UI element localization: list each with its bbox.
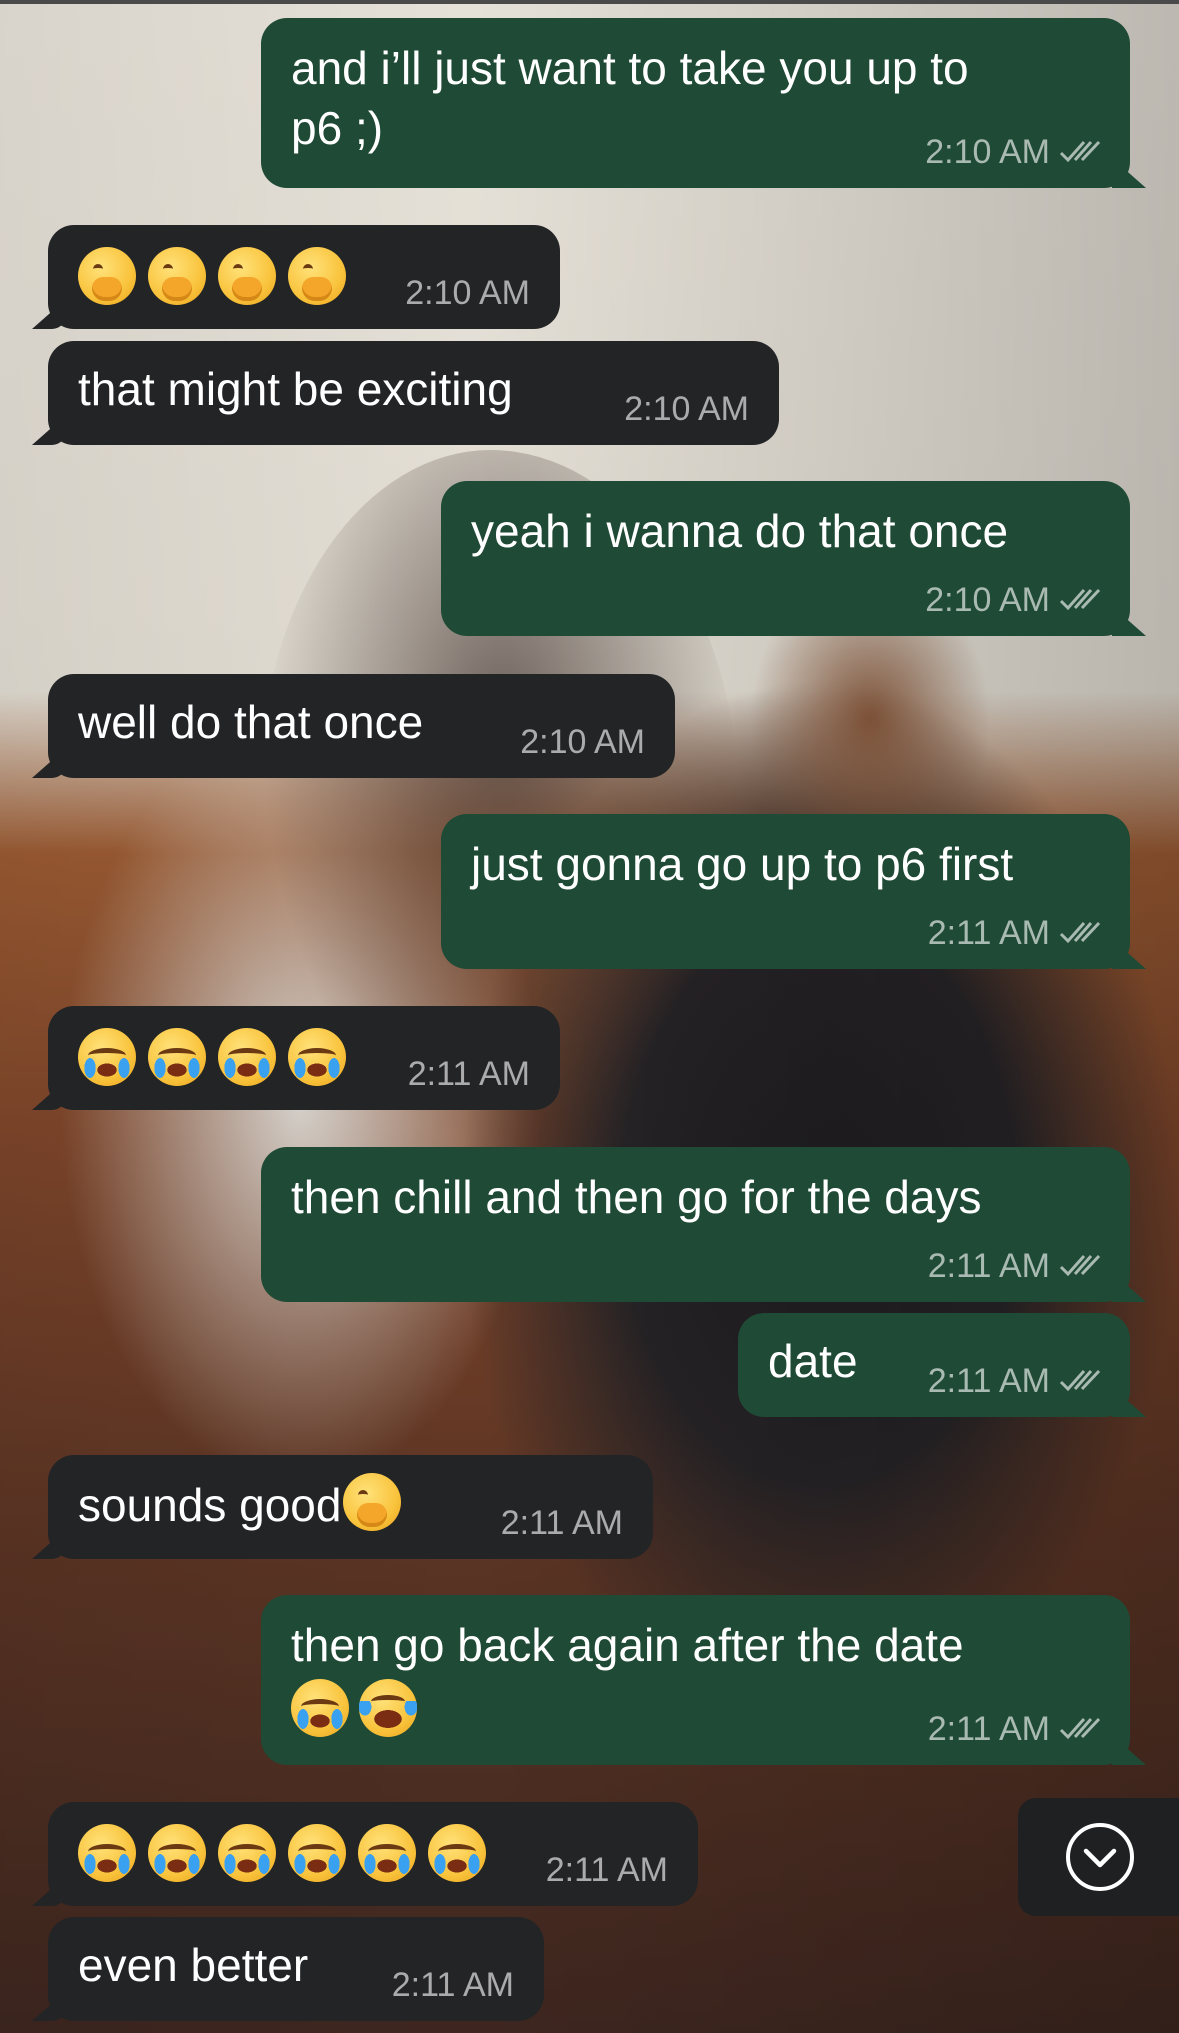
message-bubble-incoming[interactable]: well do that once 2:10 AM — [48, 674, 675, 778]
message-bubble-outgoing[interactable]: and i’ll just want to take you up to p6 … — [261, 18, 1130, 188]
message-time: 2:10 AM — [624, 390, 749, 428]
loudly-crying-face-icon — [428, 1824, 486, 1882]
face-with-tears-of-joy-icon — [359, 1679, 417, 1737]
message-bubble-incoming[interactable]: 2:10 AM — [48, 225, 560, 329]
message-bubble-incoming[interactable]: sounds good 2:11 AM — [48, 1455, 653, 1559]
message-time: 2:10 AM — [520, 723, 645, 761]
face-with-hand-over-mouth-icon — [218, 247, 276, 305]
emoji-row — [78, 1824, 486, 1882]
message-text: even better — [78, 1939, 309, 1991]
message-text: date — [768, 1335, 858, 1387]
message-text: and i’ll just want to take you up to — [291, 42, 969, 94]
message-bubble-outgoing[interactable]: just gonna go up to p6 first 2:11 AM — [441, 814, 1130, 969]
message-time: 2:10 AM — [925, 133, 1050, 171]
message-text: then go back again after the date — [291, 1619, 964, 1671]
message-time: 2:11 AM — [927, 1362, 1050, 1400]
message-time: 2:11 AM — [927, 914, 1050, 952]
message-time: 2:11 AM — [391, 1966, 514, 2004]
message-meta: 2:11 AM — [928, 1709, 1104, 1749]
message-bubble-incoming[interactable]: that might be exciting 2:10 AM — [48, 341, 779, 445]
message-bubble-incoming[interactable]: even better 2:11 AM — [48, 1917, 544, 2021]
message-bubble-outgoing[interactable]: then go back again after the date 2:11 A… — [261, 1595, 1130, 1765]
double-check-icon — [1059, 1369, 1101, 1392]
face-with-hand-over-mouth-icon — [288, 247, 346, 305]
message-time: 2:10 AM — [405, 274, 530, 312]
scroll-to-bottom-button[interactable] — [1018, 1798, 1179, 1916]
message-meta: 2:11 AM — [392, 1965, 514, 2005]
chevron-down-circle-icon — [1066, 1823, 1134, 1891]
message-bubble-incoming[interactable]: 2:11 AM — [48, 1006, 560, 1110]
loudly-crying-face-icon — [288, 1824, 346, 1882]
face-with-hand-over-mouth-icon — [78, 247, 136, 305]
message-time: 2:11 AM — [927, 1247, 1050, 1285]
double-check-icon — [1059, 140, 1101, 163]
emoji-row — [78, 1028, 346, 1086]
message-meta: 2:10 AM — [624, 389, 749, 429]
message-text: well do that once — [78, 696, 424, 748]
message-meta: 2:11 AM — [546, 1850, 668, 1890]
message-meta: 2:11 AM — [928, 1246, 1104, 1286]
face-with-hand-over-mouth-icon — [148, 247, 206, 305]
loudly-crying-face-icon — [288, 1028, 346, 1086]
message-text: sounds good — [78, 1479, 342, 1531]
message-bubble-outgoing[interactable]: then chill and then go for the days 2:11… — [261, 1147, 1130, 1302]
message-time: 2:11 AM — [500, 1504, 623, 1542]
message-text: just gonna go up to p6 first — [471, 838, 1014, 890]
message-meta: 2:10 AM — [520, 722, 645, 762]
loudly-crying-face-icon — [78, 1028, 136, 1086]
message-bubble-incoming[interactable]: 2:11 AM — [48, 1802, 698, 1906]
message-meta: 2:10 AM — [925, 580, 1104, 620]
message-meta: 2:10 AM — [925, 132, 1104, 172]
emoji-row — [78, 247, 346, 305]
message-text: then chill and then go for the days — [291, 1171, 982, 1223]
message-time: 2:11 AM — [927, 1710, 1050, 1748]
message-meta: 2:10 AM — [405, 273, 530, 313]
loudly-crying-face-icon — [218, 1824, 276, 1882]
message-meta: 2:11 AM — [928, 1361, 1104, 1401]
message-meta: 2:11 AM — [501, 1503, 623, 1543]
loudly-crying-face-icon — [358, 1824, 416, 1882]
double-check-icon — [1059, 588, 1101, 611]
message-time: 2:11 AM — [407, 1055, 530, 1093]
message-bubble-outgoing[interactable]: date 2:11 AM — [738, 1313, 1130, 1417]
message-text: that might be exciting — [78, 363, 513, 415]
message-text: yeah i wanna do that once — [471, 505, 1009, 557]
loudly-crying-face-icon — [291, 1679, 349, 1737]
double-check-icon — [1059, 1717, 1101, 1740]
loudly-crying-face-icon — [78, 1824, 136, 1882]
loudly-crying-face-icon — [148, 1028, 206, 1086]
message-bubble-outgoing[interactable]: yeah i wanna do that once 2:10 AM — [441, 481, 1130, 636]
double-check-icon — [1059, 1254, 1101, 1277]
top-edge — [0, 0, 1179, 4]
message-meta: 2:11 AM — [408, 1054, 530, 1094]
message-meta: 2:11 AM — [928, 913, 1104, 953]
double-check-icon — [1059, 921, 1101, 944]
loudly-crying-face-icon — [218, 1028, 276, 1086]
loudly-crying-face-icon — [148, 1824, 206, 1882]
face-with-hand-over-mouth-icon — [343, 1473, 402, 1531]
message-time: 2:11 AM — [545, 1851, 668, 1889]
message-time: 2:10 AM — [925, 581, 1050, 619]
